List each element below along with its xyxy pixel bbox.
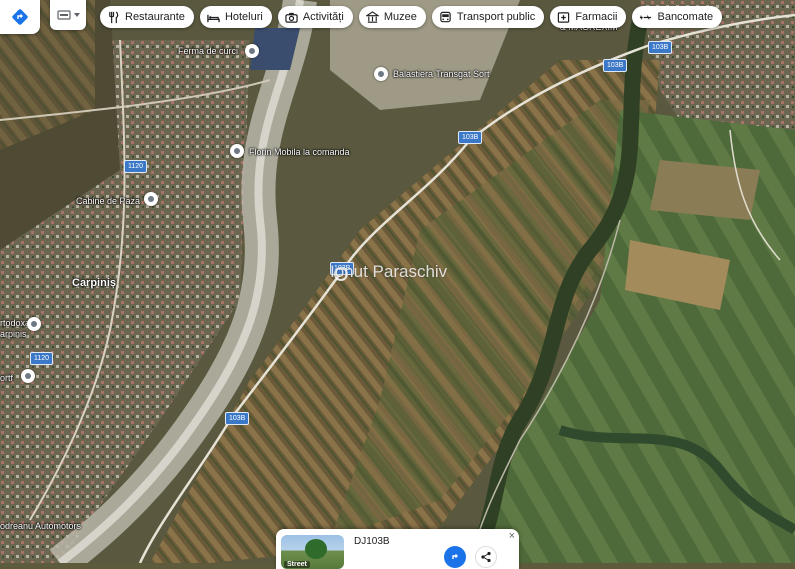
close-icon[interactable]: × [509,530,515,542]
directions-icon [452,554,458,559]
place-label[interactable]: Cabine de Paza [76,196,140,206]
card-title: DJ103B [354,536,390,547]
chip-label: Bancomate [657,11,714,23]
chip-label: Transport public [456,11,536,23]
directions-button[interactable] [0,0,40,34]
museum-icon [365,10,379,23]
chip-hoteluri[interactable]: Hoteluri [199,6,272,28]
directions-button[interactable] [444,546,466,568]
chip-muzee[interactable]: Muzee [358,6,426,28]
place-label[interactable]: Ferma de curci [178,46,238,56]
chip-transport-public[interactable]: Transport public [431,6,545,28]
chip-restaurante[interactable]: Restaurante [100,6,194,28]
chip-label: Hoteluri [224,11,263,23]
place-pin-icon[interactable] [245,44,259,58]
chip-bancomate[interactable]: Bancomate [632,6,723,28]
category-chips: Restaurante Hoteluri Activități Muzee Tr… [100,6,723,28]
chip-label: Farmacii [575,11,618,23]
road-shield: 103B [458,131,483,144]
road-shield: 103B [603,59,628,72]
camera-icon [285,12,298,23]
chip-label: Muzee [383,11,417,23]
place-label[interactable]: ortf [0,373,13,383]
church-icon[interactable] [27,317,41,331]
place-pin-icon[interactable] [230,144,244,158]
photo-watermark: Ionut Paraschiv [330,262,448,281]
place-pin-icon[interactable] [374,67,388,81]
layers-button[interactable] [50,0,86,30]
directions-icon [12,9,28,25]
place-label[interactable]: Florin Mobila la comanda [249,147,350,157]
chip-activitati[interactable]: Activități [277,6,353,28]
chip-label: Activități [302,11,344,23]
chip-label: Restaurante [125,11,185,23]
place-pin-icon[interactable] [144,192,158,206]
share-icon [481,551,491,563]
place-label[interactable]: rtodoxa [0,318,30,328]
street-view-label: Street [284,561,310,568]
hotel-icon [207,14,220,22]
place-pin-icon[interactable] [21,369,35,383]
atm-icon [640,14,652,20]
chevron-down-icon [73,13,80,17]
restaurant-icon [109,11,119,23]
bus-icon [440,11,451,22]
road-shield: 1120 [30,352,54,365]
layers-icon [56,10,71,20]
place-info-card[interactable]: Street DJ103B × [276,529,519,569]
road-shield: 1120 [124,160,148,173]
road-shield: 103B [225,412,250,425]
road-shield: 103B [648,41,673,54]
share-button[interactable] [475,546,497,568]
chip-farmacii[interactable]: Farmacii [550,6,627,28]
town-label[interactable]: Carpiniș [72,277,116,289]
pharmacy-icon [558,11,570,23]
street-view-thumbnail[interactable]: Street [281,535,344,569]
place-label[interactable]: arpinis [0,329,27,339]
place-label[interactable]: odreanu Automotors [0,521,81,531]
place-label[interactable]: Balastiera Transgat Sort [393,69,490,79]
